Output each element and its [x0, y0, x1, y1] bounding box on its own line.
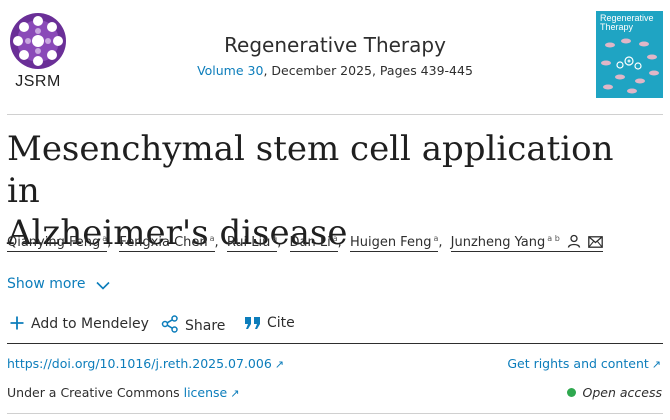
plus-icon [10, 316, 24, 330]
external-link-icon: ↗ [274, 358, 284, 371]
cite-label: Cite [267, 315, 295, 331]
logo-emblem-icon [10, 13, 66, 69]
author-list: Qianying Feng a, Fengxia Chen a, Rui Liu a,… [7, 234, 657, 253]
external-link-icon: ↗ [651, 358, 661, 371]
share-icon [161, 315, 178, 333]
issue-date-pages: , December 2025, Pages 439-445 [263, 63, 473, 78]
open-access-label: Open access [582, 385, 662, 400]
license-info: Under a Creative Commons license ↗ [7, 385, 239, 400]
corresponding-author-link[interactable]: Junzheng Yang a b [450, 234, 604, 253]
volume-link[interactable]: Volume 30 [197, 63, 263, 78]
person-icon [567, 235, 581, 249]
logo-text: JSRM [15, 73, 61, 90]
doi-link[interactable]: https://doi.org/10.1016/j.reth.2025.07.0… [7, 356, 284, 371]
actions-divider [7, 343, 663, 344]
journal-title-link[interactable]: Regenerative Therapy [180, 33, 490, 57]
author-link[interactable]: Huigen Feng a [349, 234, 439, 253]
license-prefix: Under a Creative Commons [7, 385, 184, 400]
rights-and-content-link[interactable]: Get rights and content ↗ [507, 356, 661, 371]
open-access-badge: Open access [566, 385, 662, 400]
footer-divider [7, 413, 663, 414]
show-more-button[interactable]: Show more [7, 276, 110, 292]
header-divider [7, 114, 663, 115]
cite-icon [245, 317, 260, 329]
society-logo[interactable]: JSRM [5, 9, 71, 93]
show-more-label: Show more [7, 276, 86, 292]
chevron-down-icon [96, 281, 110, 290]
envelope-icon [588, 236, 603, 249]
cite-button[interactable]: Cite [244, 315, 295, 331]
cover-artwork-icon [601, 38, 659, 94]
external-link-icon: ↗ [230, 387, 240, 400]
add-to-mendeley-button[interactable]: Add to Mendeley [9, 315, 149, 332]
mendeley-label: Add to Mendeley [31, 316, 149, 332]
share-label: Share [185, 318, 226, 334]
author-link[interactable]: Qianying Feng a [7, 234, 108, 253]
journal-meta: Volume 30, December 2025, Pages 439-445 [150, 63, 520, 78]
author-link[interactable]: Rui Liu a [226, 234, 278, 253]
open-access-dot-icon [566, 388, 576, 397]
share-button[interactable]: Share [161, 315, 225, 334]
license-link[interactable]: license ↗ [184, 385, 240, 400]
author-link[interactable]: Dan Li a [289, 234, 338, 253]
journal-cover-image[interactable]: Regenerative Therapy [596, 11, 663, 98]
author-link[interactable]: Fengxia Chen a [119, 234, 215, 253]
